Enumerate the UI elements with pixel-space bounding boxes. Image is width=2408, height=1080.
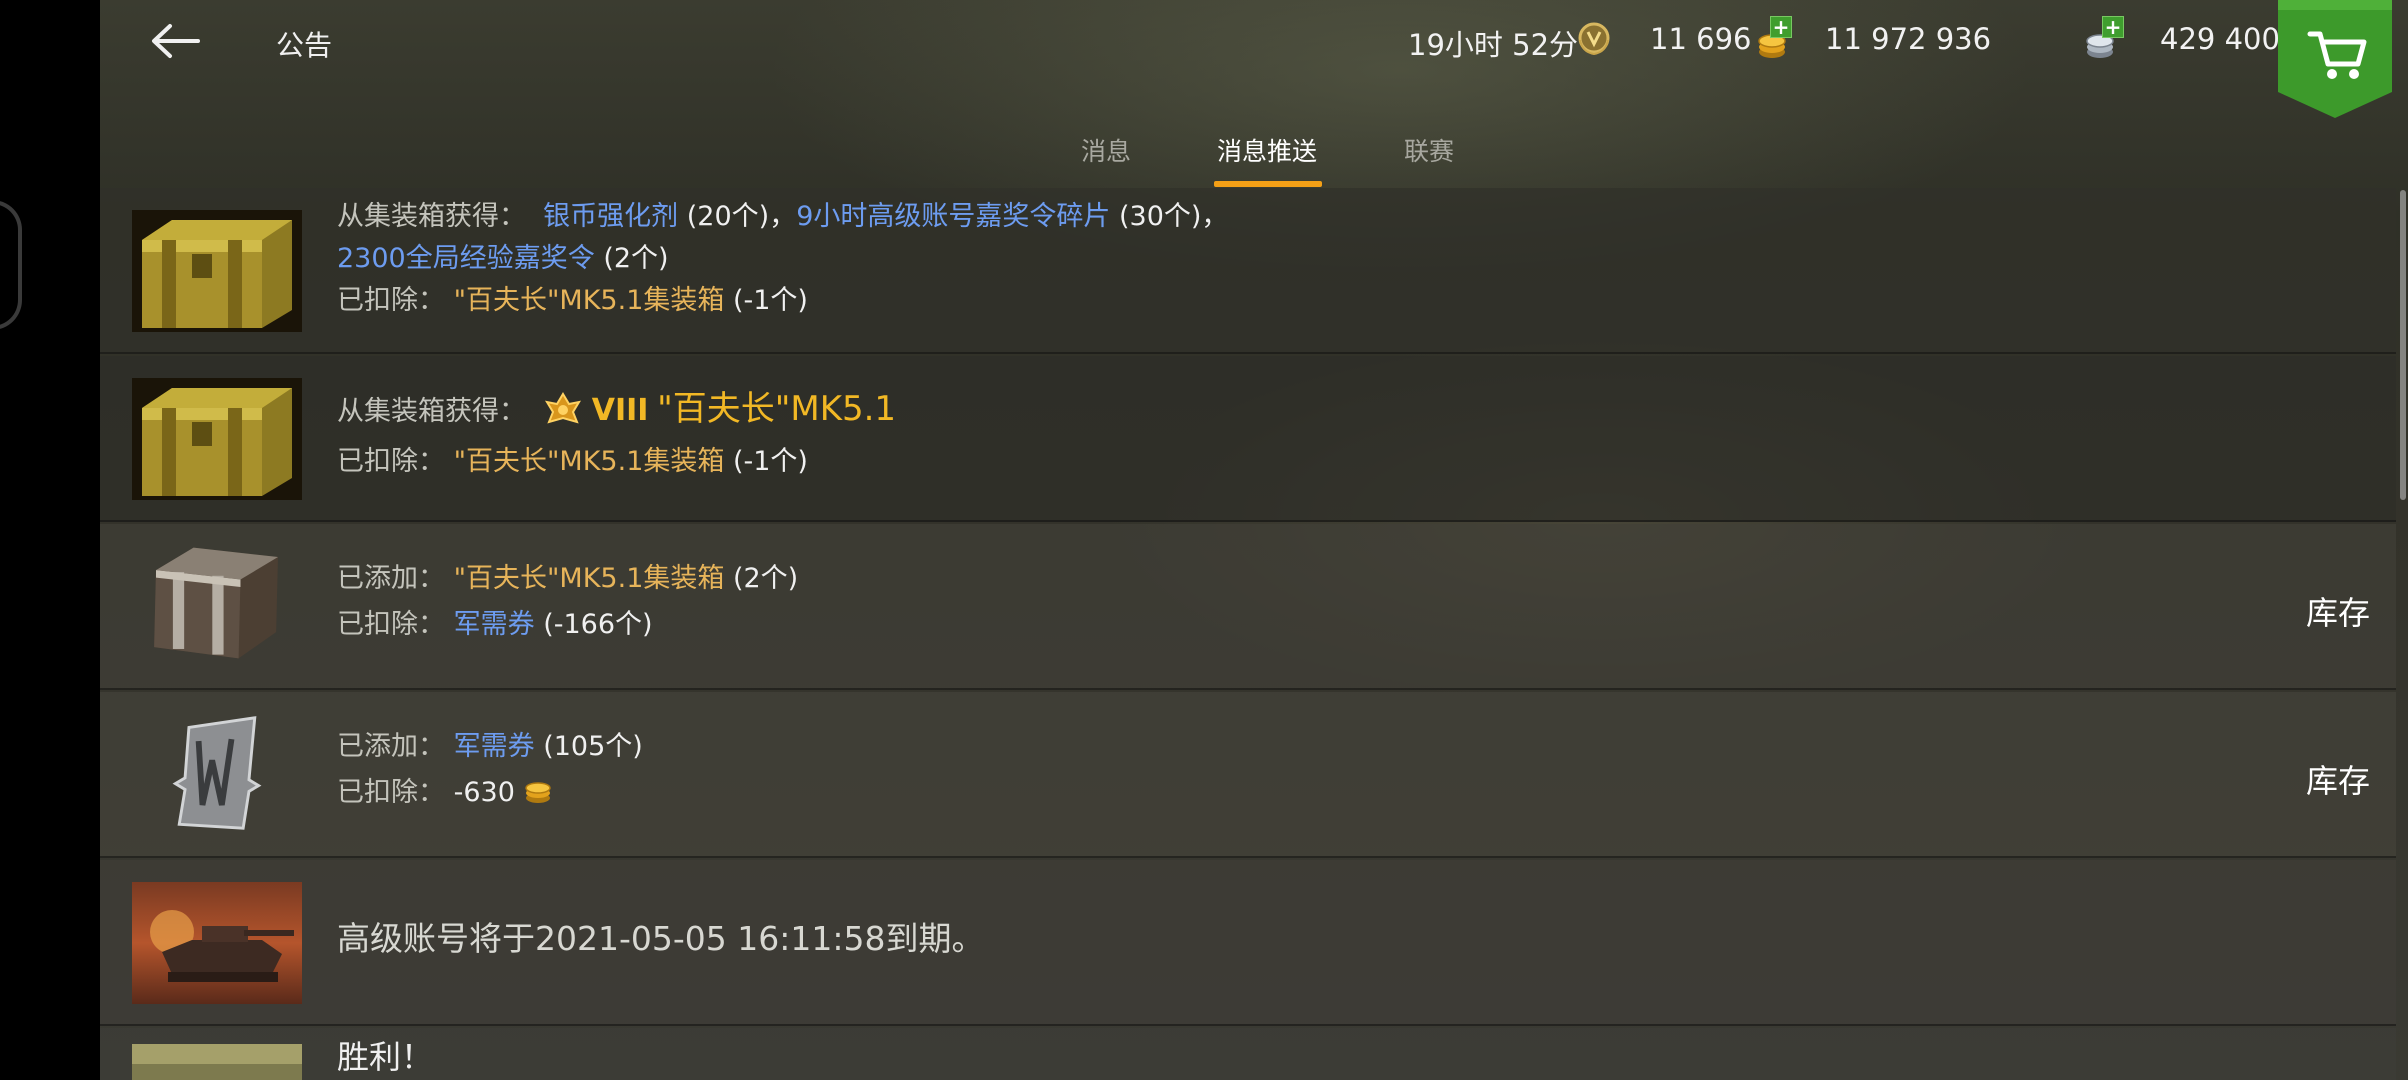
- separator: ，: [769, 201, 797, 232]
- separator: ，: [1201, 201, 1229, 232]
- reward-item-name: 2300全局经验嘉奖令: [337, 243, 595, 274]
- list-item[interactable]: 已添加： "百夫长"MK5.1集装箱 (2个) 已扣除： 军需券 (-166个)…: [100, 524, 2396, 690]
- tab-messages[interactable]: 消息: [1081, 132, 1131, 168]
- supply-voucher-icon: [172, 716, 262, 830]
- message-line: 已扣除： "百夫长"MK5.1集装箱 (-1个): [337, 280, 1228, 322]
- message-label: 已添加：: [337, 563, 445, 594]
- added-item-name: 军需券: [453, 731, 535, 762]
- golden-container-icon: [132, 378, 302, 500]
- message-line: 从集装箱获得： 银币强化剂 (20个)，9小时高级账号嘉奖令碎片 (30个)，: [337, 196, 1228, 238]
- message-line: 已扣除： -630: [337, 770, 643, 816]
- shop-cart-button[interactable]: [2274, 0, 2396, 118]
- message-line: 已添加： 军需券 (105个): [337, 724, 643, 770]
- deducted-item-qty: (-1个): [732, 446, 808, 477]
- gold-amount: 11 696: [1650, 22, 1752, 56]
- deducted-item-name: "百夫长"MK5.1集装箱: [453, 285, 725, 316]
- premium-emblem-icon[interactable]: [1574, 18, 1614, 58]
- list-item[interactable]: 从集装箱获得： 银币强化剂 (20个)，9小时高级账号嘉奖令碎片 (30个)， …: [100, 188, 2396, 354]
- premium-tank-emblem-icon: [545, 392, 582, 424]
- reward-item-name: 9小时高级账号嘉奖令碎片: [796, 201, 1111, 232]
- message-label: 已扣除：: [337, 285, 445, 316]
- deducted-item-name: "百夫长"MK5.1集装箱: [453, 446, 725, 477]
- message-line: 从集装箱获得： VIII "百夫长"MK5.1: [337, 384, 896, 437]
- gold-coins-icon: [525, 782, 552, 803]
- deducted-gold-value: -630: [453, 777, 515, 808]
- battle-image: [132, 1044, 302, 1080]
- added-item-qty: (105个): [543, 731, 643, 762]
- list-item[interactable]: 高级账号将于2021-05-05 16:11:58到期。: [100, 860, 2396, 1026]
- silver-amount: 11 972 936: [1825, 22, 1992, 56]
- inventory-button[interactable]: 库存: [2306, 588, 2370, 634]
- message-label: 已扣除：: [337, 446, 445, 477]
- inventory-button[interactable]: 库存: [2306, 756, 2370, 802]
- page-title: 公告: [276, 29, 333, 62]
- tank-name: "百夫长"MK5.1: [657, 389, 897, 429]
- message-line: 已扣除： "百夫长"MK5.1集装箱 (-1个): [337, 437, 896, 487]
- list-item[interactable]: 已添加： 军需券 (105个) 已扣除： -630 库存: [100, 692, 2396, 858]
- reward-item-qty: (2个): [603, 243, 669, 274]
- premium-timer: 19小时 52分: [1408, 28, 1579, 62]
- tab-push-messages[interactable]: 消息推送: [1217, 132, 1317, 168]
- message-label: 已扣除：: [337, 609, 445, 640]
- reward-item-name: 银币强化剂: [543, 201, 679, 232]
- top-header: 公告 19小时 52分 11 696 + 11 972 936 + 429 40…: [100, 0, 2408, 190]
- reward-item-qty: (20个): [686, 201, 770, 232]
- deducted-item-name: 军需券: [453, 609, 535, 640]
- victory-text: 胜利！: [337, 1038, 434, 1076]
- add-silver-button[interactable]: +: [2102, 16, 2124, 38]
- message-line: 2300全局经验嘉奖令 (2个): [337, 238, 1228, 280]
- reward-item-qty: (30个): [1118, 201, 1202, 232]
- message-line: 已添加： "百夫长"MK5.1集装箱 (2个): [337, 556, 798, 602]
- steel-container-icon: [154, 547, 278, 659]
- list-item[interactable]: 胜利！: [100, 1028, 2396, 1080]
- list-item[interactable]: 从集装箱获得： VIII "百夫长"MK5.1 已扣除： "百夫长"MK5.1集…: [100, 356, 2396, 522]
- back-arrow-icon[interactable]: [148, 16, 202, 66]
- message-label: 从集装箱获得：: [337, 201, 526, 232]
- free-xp-amount: 429 400: [2160, 22, 2280, 56]
- add-gold-button[interactable]: +: [1770, 16, 1792, 38]
- premium-expiry-text: 高级账号将于2021-05-05 16:11:58到期。: [337, 919, 985, 958]
- message-line: 已扣除： 军需券 (-166个): [337, 602, 798, 648]
- device-left-edge: [0, 0, 100, 1080]
- deducted-item-qty: (-166个): [543, 609, 653, 640]
- message-label: 已添加：: [337, 731, 445, 762]
- tank-tier: VIII: [591, 393, 649, 428]
- message-label: 从集装箱获得：: [337, 396, 526, 427]
- added-item-qty: (2个): [732, 563, 799, 594]
- tab-league[interactable]: 联赛: [1404, 132, 1454, 168]
- scrollbar[interactable]: [2400, 190, 2406, 500]
- golden-container-icon: [132, 210, 302, 332]
- message-label: 已扣除：: [337, 777, 445, 808]
- active-tab-underline: [1214, 181, 1322, 187]
- announcement-screen: 公告 19小时 52分 11 696 + 11 972 936 + 429 40…: [100, 0, 2408, 1080]
- tank-battle-image: [132, 882, 302, 1004]
- edge-hex-outline: [0, 200, 22, 330]
- added-item-name: "百夫长"MK5.1集装箱: [453, 563, 725, 594]
- deducted-item-qty: (-1个): [732, 285, 808, 316]
